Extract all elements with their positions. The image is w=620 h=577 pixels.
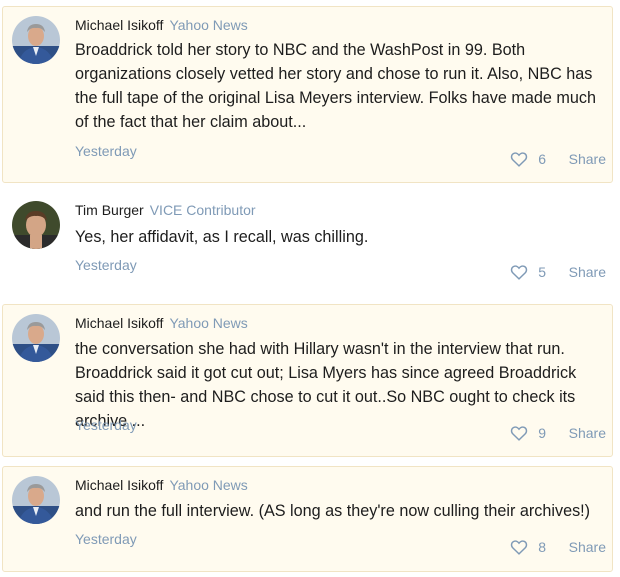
heart-icon xyxy=(511,540,528,555)
comment-card: Tim Burger VICE Contributor Yes, her affi… xyxy=(2,191,613,295)
like-button[interactable]: 9 xyxy=(510,424,546,442)
comment-text: Yes, her affidavit, as I recall, was chi… xyxy=(75,228,369,246)
heart-icon xyxy=(511,152,528,167)
author-name[interactable]: Tim Burger xyxy=(75,202,144,218)
heart-icon xyxy=(511,265,528,280)
author-name[interactable]: Michael Isikoff xyxy=(75,477,163,493)
like-button[interactable]: 5 xyxy=(510,263,546,281)
comment-timestamp: Yesterday xyxy=(75,417,137,433)
share-button[interactable]: Share xyxy=(569,424,606,442)
like-count: 6 xyxy=(538,151,546,167)
author-avatar[interactable] xyxy=(12,201,60,249)
comment-card: Michael Isikoff Yahoo News and run the fu… xyxy=(2,466,613,572)
comment-header: Tim Burger VICE Contributor xyxy=(75,201,256,219)
comment-header: Michael Isikoff Yahoo News xyxy=(75,314,248,332)
like-count: 5 xyxy=(538,264,546,280)
comment-timestamp: Yesterday xyxy=(75,257,137,273)
like-count: 9 xyxy=(538,425,546,441)
comment-card: Michael Isikoff Yahoo News the conversati… xyxy=(2,304,613,457)
author-name[interactable]: Michael Isikoff xyxy=(75,17,163,33)
comment-feed: Michael Isikoff Yahoo News Broaddrick tol… xyxy=(0,0,620,577)
share-button[interactable]: Share xyxy=(569,263,606,281)
author-name[interactable]: Michael Isikoff xyxy=(75,315,163,331)
author-role: Yahoo News xyxy=(169,477,248,493)
comment-timestamp: Yesterday xyxy=(75,531,137,547)
comment-text: Broaddrick told her story to NBC and the… xyxy=(75,41,596,131)
author-avatar[interactable] xyxy=(12,314,60,362)
like-button[interactable]: 6 xyxy=(510,150,546,168)
author-role: VICE Contributor xyxy=(149,202,256,218)
comment-card: Michael Isikoff Yahoo News Broaddrick tol… xyxy=(2,6,613,183)
author-role: Yahoo News xyxy=(169,17,248,33)
comment-timestamp: Yesterday xyxy=(75,143,137,159)
comment-text: the conversation she had with Hillary wa… xyxy=(75,340,577,430)
comment-text: and run the full interview. (AS long as … xyxy=(75,502,591,520)
comment-header: Michael Isikoff Yahoo News xyxy=(75,476,248,494)
comment-header: Michael Isikoff Yahoo News xyxy=(75,16,248,34)
share-button[interactable]: Share xyxy=(569,150,606,168)
author-avatar[interactable] xyxy=(12,16,60,64)
author-avatar[interactable] xyxy=(12,476,60,524)
like-count: 8 xyxy=(538,539,546,555)
share-button[interactable]: Share xyxy=(569,538,606,556)
heart-icon xyxy=(511,426,528,441)
like-button[interactable]: 8 xyxy=(510,538,546,556)
author-role: Yahoo News xyxy=(169,315,248,331)
